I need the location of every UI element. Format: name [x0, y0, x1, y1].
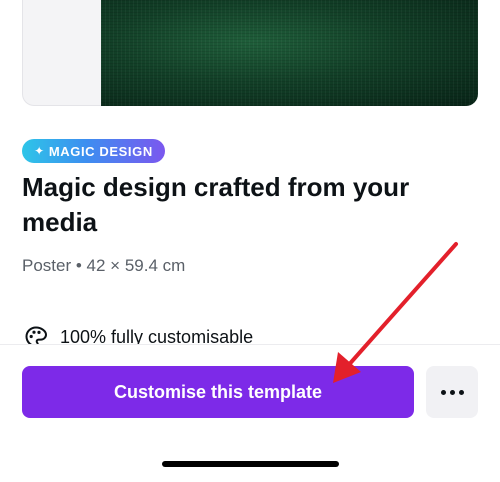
home-indicator — [162, 461, 339, 467]
more-horizontal-icon — [440, 389, 464, 395]
more-options-button[interactable] — [426, 366, 478, 418]
customise-template-button[interactable]: Customise this template — [22, 366, 414, 418]
template-meta: Poster • 42 × 59.4 cm — [22, 256, 186, 275]
badge-label: MAGIC DESIGN — [48, 143, 153, 159]
magic-design-badge: ✦ MAGIC DESIGN — [22, 139, 165, 163]
template-preview-image[interactable] — [101, 0, 478, 106]
sparkle-icon: ✦ — [34, 144, 45, 158]
template-title: Magic design crafted from your media — [22, 172, 410, 237]
template-preview-secondary-page[interactable] — [22, 0, 102, 106]
